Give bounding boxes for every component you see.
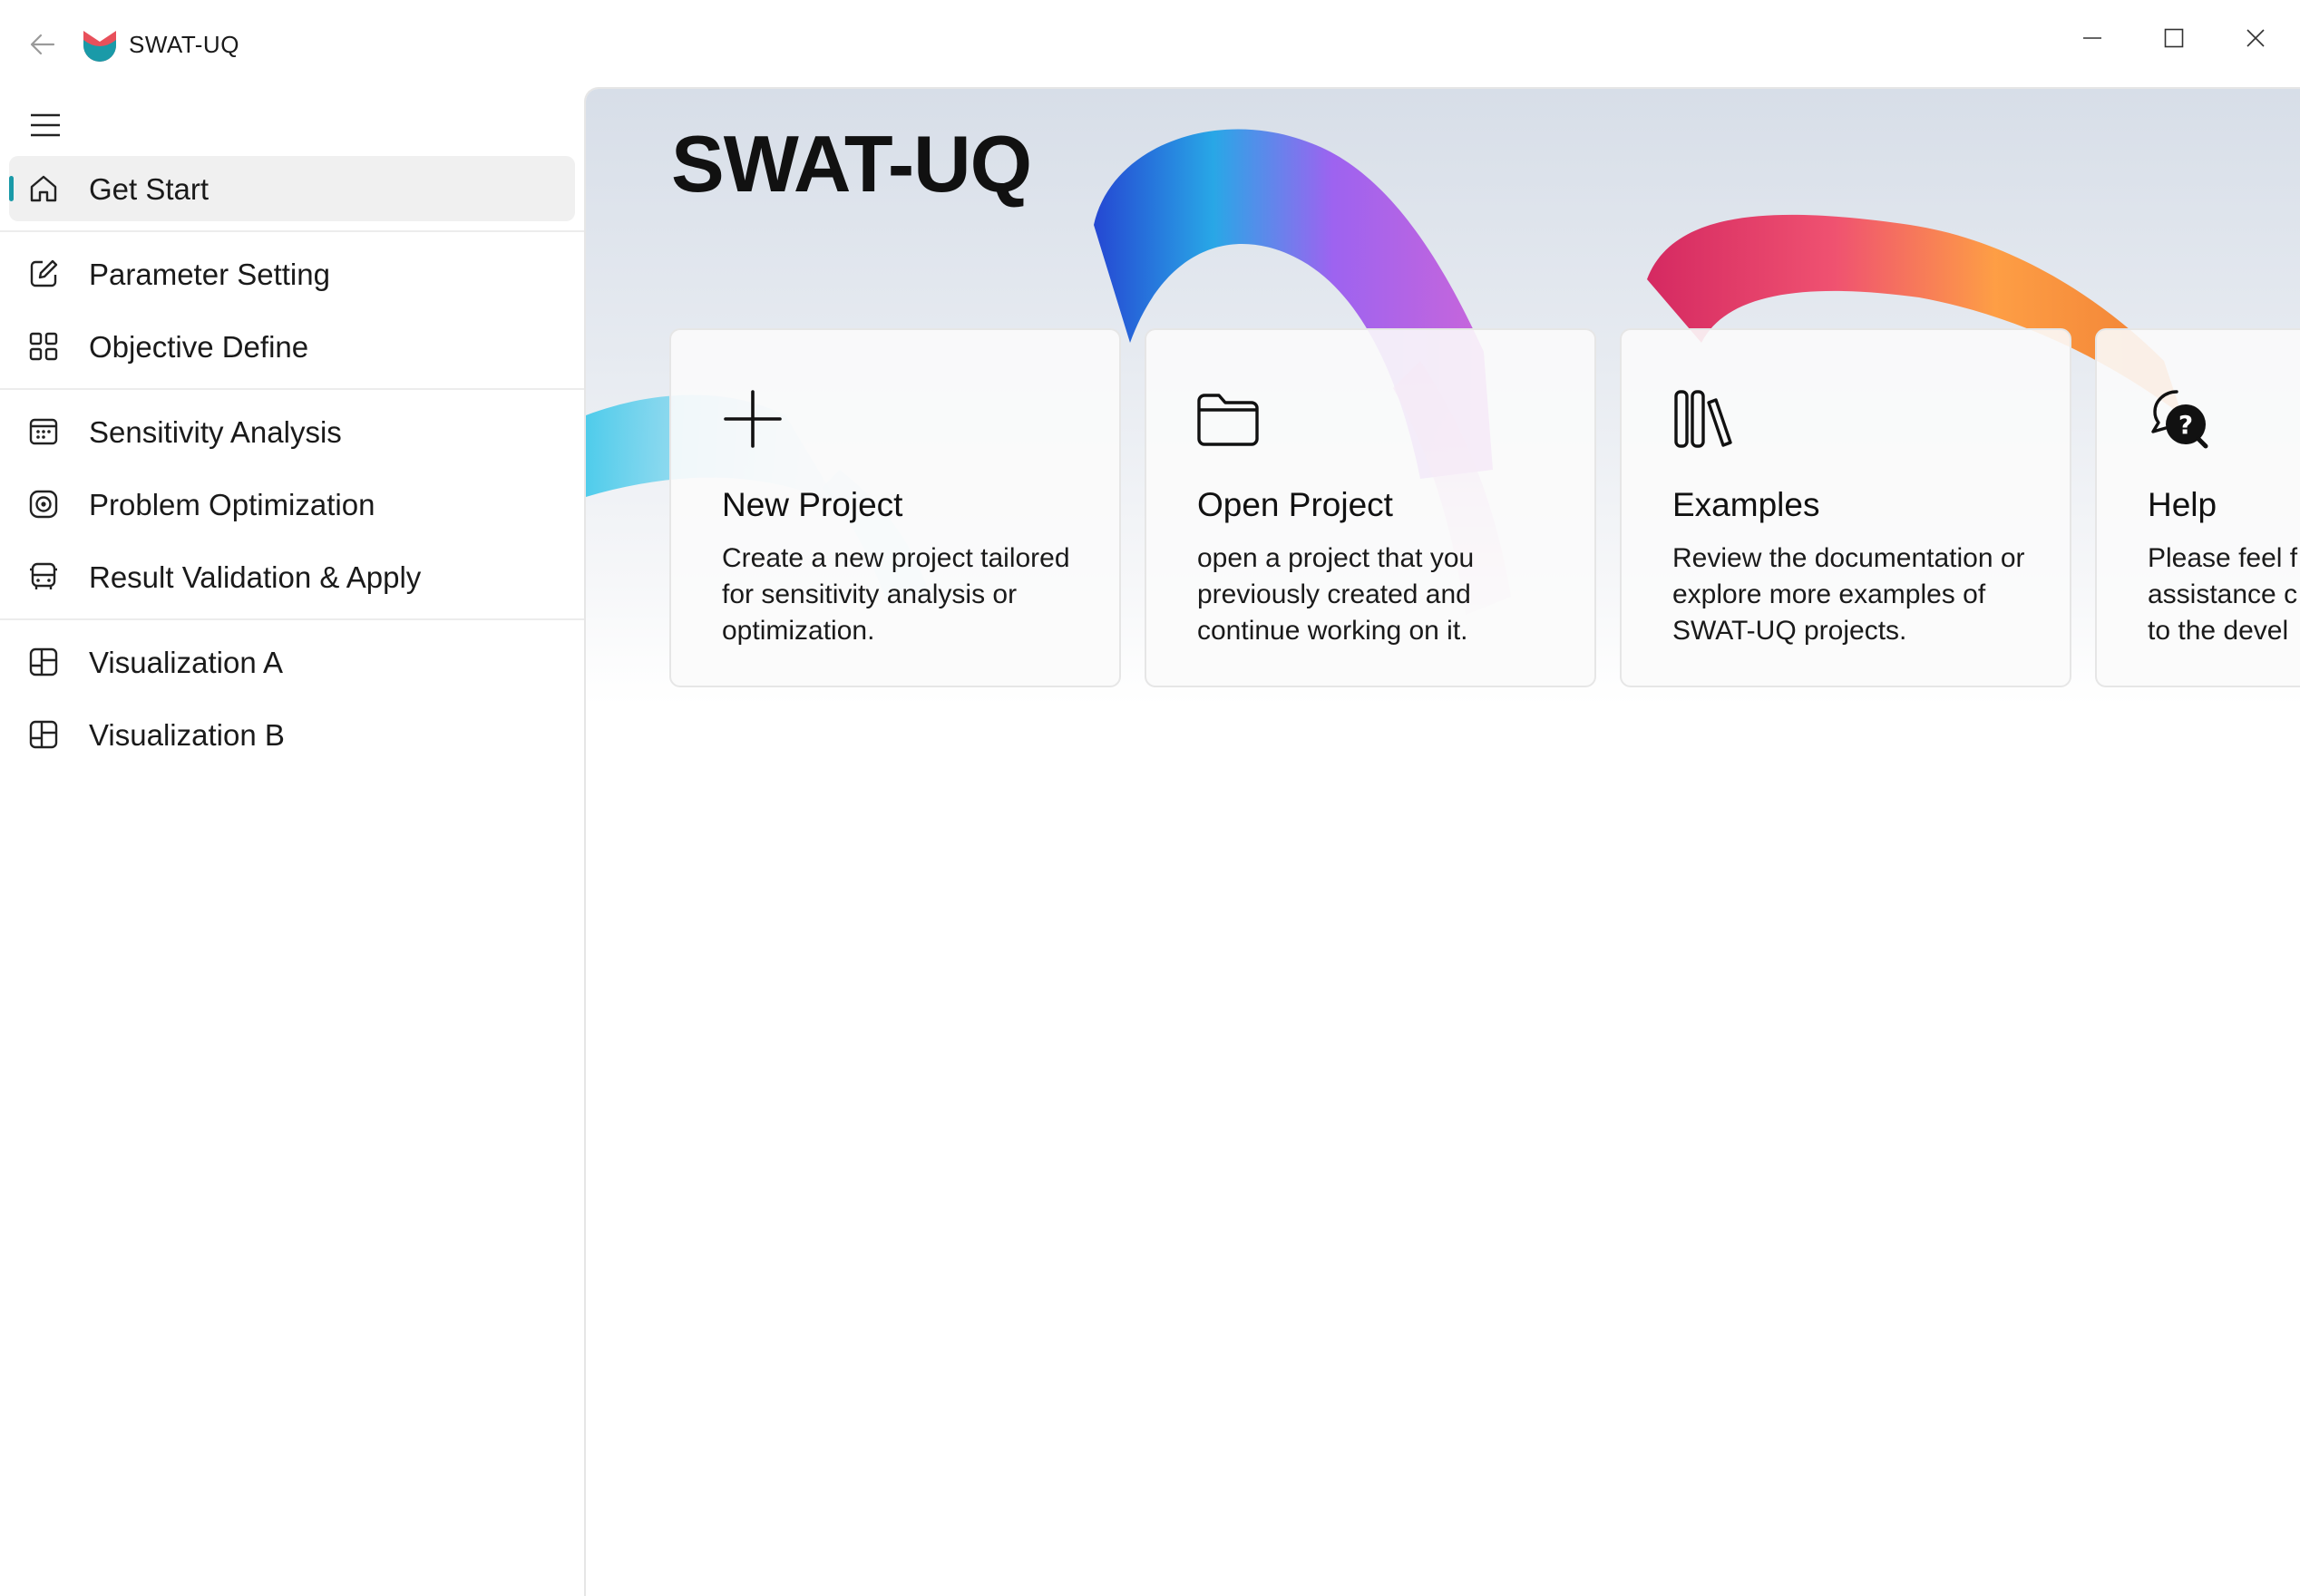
add-icon: [724, 390, 782, 448]
card-description: Review the documentation or explore more…: [1672, 543, 2025, 646]
sidebar-item-label: Objective Define: [89, 330, 309, 364]
hamburger-menu-button[interactable]: [22, 102, 69, 149]
calendar-icon: [27, 415, 60, 448]
chat-help-icon: ?: [2151, 390, 2208, 449]
edit-icon: [27, 258, 60, 290]
close-button[interactable]: [2215, 11, 2296, 65]
sidebar: Get Start Parameter Setting Objective De…: [0, 87, 584, 1596]
sidebar-item-label: Get Start: [89, 172, 210, 206]
svg-text:?: ?: [2178, 410, 2193, 440]
sidebar-item-problem-optimization[interactable]: Problem Optimization: [9, 472, 575, 537]
back-arrow-icon: [30, 34, 55, 55]
sidebar-item-label: Parameter Setting: [89, 258, 330, 291]
maximize-button[interactable]: [2133, 11, 2215, 65]
active-indicator: [9, 176, 14, 201]
board-icon: [27, 646, 60, 678]
folder-icon: [1197, 394, 1259, 446]
divider: [0, 388, 584, 390]
sidebar-item-label: Sensitivity Analysis: [89, 415, 342, 449]
board-icon: [27, 718, 60, 751]
apps-grid-icon: [27, 330, 60, 363]
hamburger-menu-icon: [31, 113, 60, 137]
card-title: Help: [2148, 486, 2217, 523]
minimize-button[interactable]: [2051, 11, 2133, 65]
sidebar-item-visualization-b[interactable]: Visualization B: [9, 702, 575, 767]
sidebar-item-sensitivity-analysis[interactable]: Sensitivity Analysis: [9, 399, 575, 464]
page-title: SWAT-UQ: [671, 119, 1032, 209]
title-bar: SWAT-UQ: [0, 0, 2300, 87]
sidebar-item-label: Visualization B: [89, 718, 285, 752]
card-description: Create a new project tailored for sensit…: [722, 543, 1070, 646]
app-title: SWAT-UQ: [129, 31, 239, 58]
sidebar-item-result-validation[interactable]: Result Validation & Apply: [9, 544, 575, 609]
maximize-icon: [2164, 28, 2184, 48]
library-icon: [1674, 390, 1732, 448]
sidebar-item-parameter-setting[interactable]: Parameter Setting: [9, 241, 575, 307]
minimize-icon: [2083, 37, 2101, 39]
open-project-card[interactable]: Open Project open a project that you pre…: [1145, 328, 1596, 687]
card-row: New Project Create a new project tailore…: [669, 328, 2300, 691]
help-card[interactable]: ? Help Please feel f assistance c to the…: [2095, 328, 2300, 687]
back-button[interactable]: [22, 24, 63, 65]
card-description: Please feel f assistance c to the devel: [2148, 543, 2298, 646]
target-icon: [27, 488, 60, 521]
card-description: open a project that you previously creat…: [1197, 543, 1475, 646]
app-logo: [83, 31, 116, 62]
divider: [0, 618, 584, 620]
sidebar-item-objective-define[interactable]: Objective Define: [9, 314, 575, 379]
main-content: SWAT-UQ New Project Create a new project…: [584, 87, 2300, 1596]
vehicle-icon: [27, 560, 60, 593]
sidebar-item-label: Visualization A: [89, 646, 284, 679]
home-icon: [27, 172, 60, 205]
sidebar-item-label: Result Validation & Apply: [89, 560, 422, 594]
card-title: New Project: [722, 486, 903, 523]
sidebar-item-get-start[interactable]: Get Start: [9, 156, 575, 221]
card-title: Open Project: [1197, 486, 1393, 523]
sidebar-item-visualization-a[interactable]: Visualization A: [9, 629, 575, 695]
new-project-card[interactable]: New Project Create a new project tailore…: [669, 328, 1121, 687]
divider: [0, 230, 584, 232]
examples-card[interactable]: Examples Review the documentation or exp…: [1620, 328, 2071, 687]
card-title: Examples: [1672, 486, 1820, 523]
sidebar-item-label: Problem Optimization: [89, 488, 375, 521]
close-icon: [2246, 29, 2265, 47]
